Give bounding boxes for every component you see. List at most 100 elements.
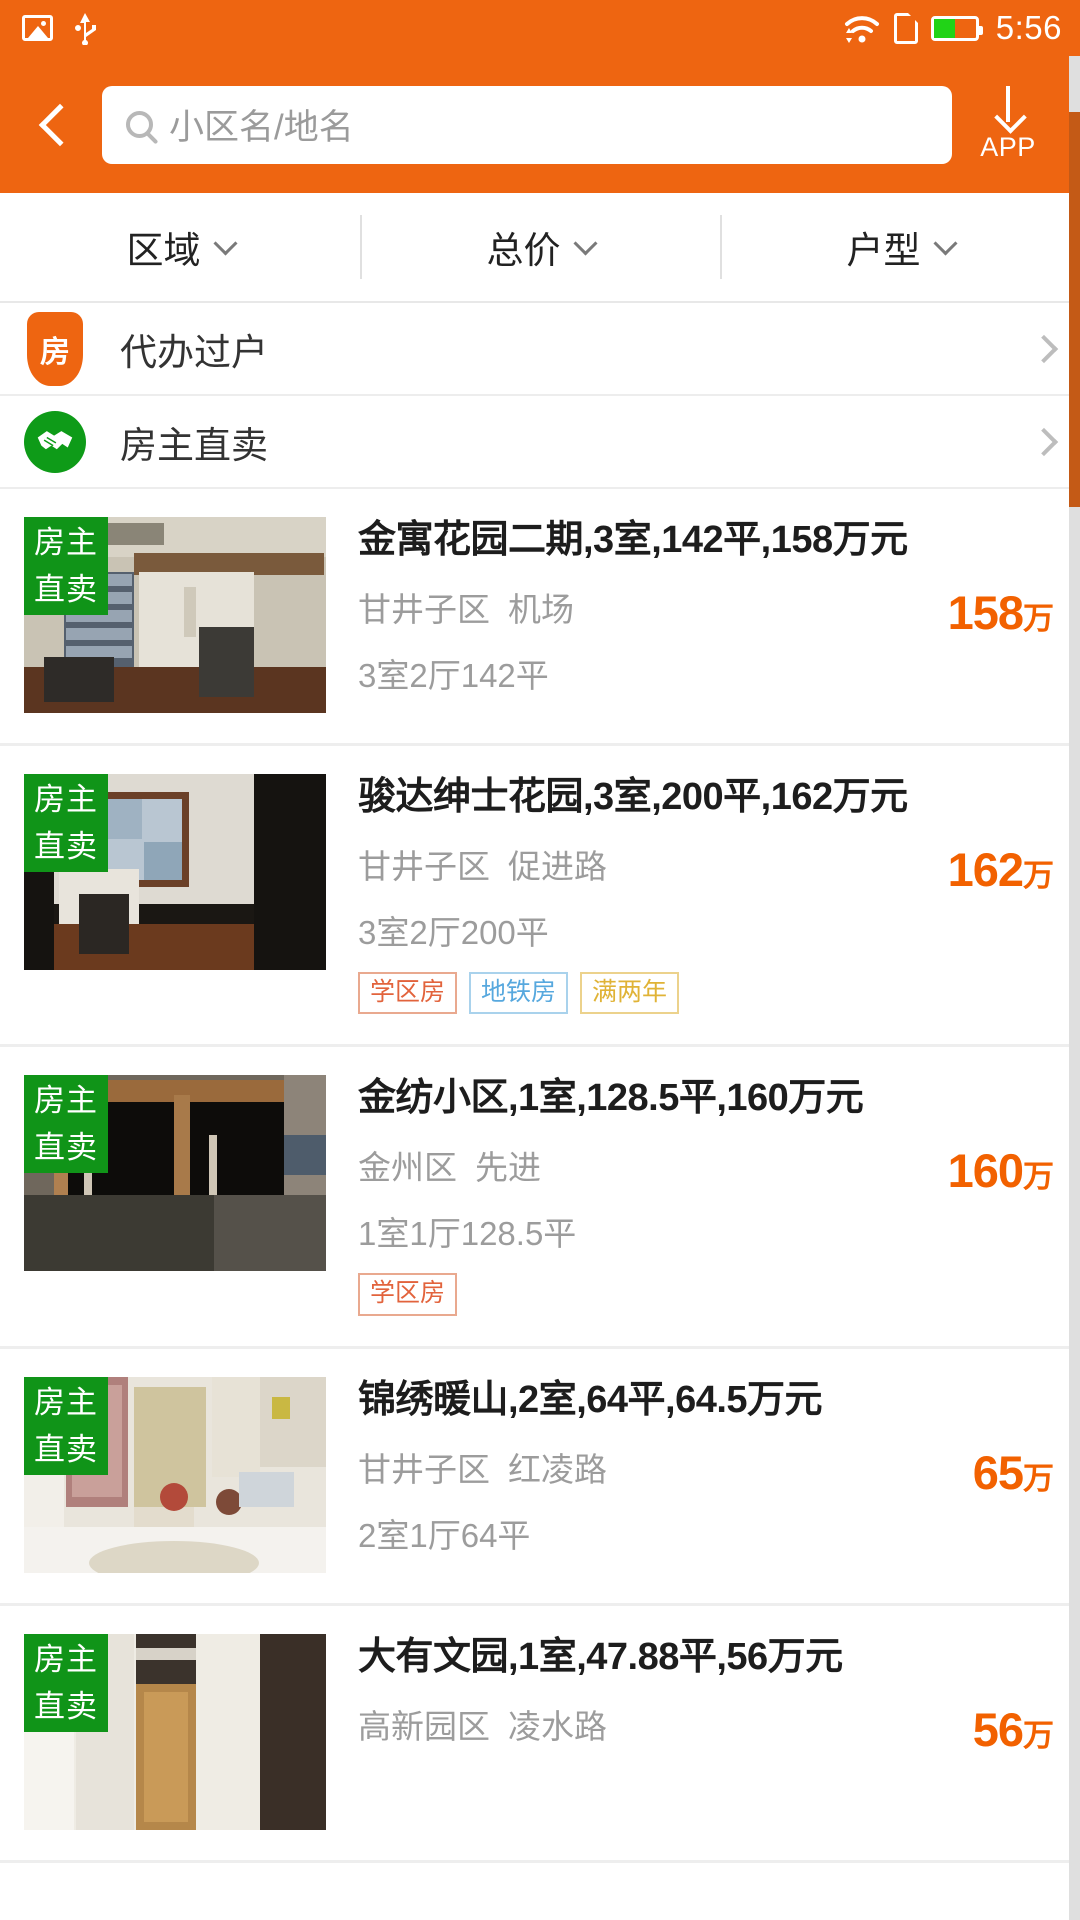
- listing-tags: 学区房 地铁房 满两年: [358, 971, 1054, 1015]
- listing-title: 骏达绅士花园,3室,200平,162万元: [358, 776, 908, 818]
- listing-spec: 2室1厅64平: [358, 1509, 1054, 1557]
- app-header: 小区名/地名 APP: [0, 56, 1080, 193]
- listing-item[interactable]: 房主 直卖 大有文园,1室,47.88平,56万元 高新园区 凌水路 56万: [0, 1605, 1080, 1863]
- banner-transfer-service[interactable]: 房 代办过户: [0, 303, 1080, 396]
- badge-line-2: 直卖: [34, 1688, 98, 1724]
- listing-rooms: 1室1厅: [358, 1215, 461, 1253]
- listing-price-number: 162: [947, 843, 1024, 896]
- wifi-icon: [844, 16, 879, 43]
- filter-region-label: 区域: [126, 230, 201, 271]
- chevron-down-icon: [572, 230, 598, 256]
- listing-rooms: 3室2厅: [358, 913, 461, 951]
- search-icon: [126, 111, 153, 138]
- listing-location: 高新园区 凌水路: [358, 1700, 1054, 1748]
- listing-price-unit: 万: [1023, 601, 1054, 636]
- banner-owner-direct-sale-label: 房主直卖: [120, 424, 268, 466]
- listing-price: 158万: [948, 585, 1054, 640]
- listing-info: 金纺小区,1室,128.5平,160万元 金州区 先进 1室1厅128.5平 学区…: [326, 1075, 1054, 1316]
- listing-price-number: 65: [972, 1445, 1024, 1499]
- listing-spec: 1室1厅128.5平: [358, 1207, 1054, 1255]
- circle-shape: [24, 410, 86, 473]
- status-bar: 5:56: [0, 0, 1080, 56]
- chevron-down-icon: [932, 230, 958, 256]
- badge-line-2: 直卖: [34, 1130, 98, 1166]
- chevron-left-icon: [38, 103, 82, 146]
- listing-thumbnail[interactable]: 房主 直卖: [24, 1376, 326, 1573]
- back-button[interactable]: [10, 56, 102, 193]
- listing-thumbnail[interactable]: 房主 直卖: [24, 774, 326, 970]
- listing-item[interactable]: 房主 直卖 锦绣暖山,2室,64平,64.5万元 甘井子区 红凌路 2室1厅64平…: [0, 1348, 1080, 1606]
- listing-title: 锦绣暖山,2室,64平,64.5万元: [358, 1378, 823, 1421]
- app-screen: 5:56 小区名/地名 APP 区域 总价 户型 房 代办过户 房主直卖 房主 …: [0, 0, 1080, 1920]
- listing-price-number: 56: [972, 1702, 1024, 1756]
- scrollbar-thumb[interactable]: [1069, 112, 1080, 507]
- banner-owner-direct-sale[interactable]: 房主直卖: [0, 396, 1080, 489]
- filter-total-price-label: 总价: [486, 230, 561, 271]
- sim-card-icon: [893, 12, 918, 44]
- usb-icon: [75, 13, 96, 45]
- listing-price-unit: 万: [1023, 858, 1054, 893]
- badge-line-1: 房主: [34, 1641, 98, 1677]
- listing-area: 促进路: [508, 847, 607, 885]
- listing-title: 大有文园,1室,47.88平,56万元: [358, 1635, 843, 1678]
- filter-layout-label: 户型: [846, 230, 921, 271]
- listing-location: 甘井子区 红凌路: [358, 1443, 1054, 1491]
- listing-rooms: 3室2厅: [358, 656, 461, 694]
- status-bar-right: 5:56: [843, 9, 1062, 47]
- listing-district: 金州区: [358, 1149, 457, 1187]
- listing-rooms: 2室1厅: [358, 1516, 461, 1554]
- tag-school-district: 学区房: [358, 971, 458, 1015]
- handshake-glyph: [37, 430, 73, 449]
- listing-size: 128.5平: [460, 1215, 577, 1253]
- listing-info: 骏达绅士花园,3室,200平,162万元 甘井子区 促进路 3室2厅200平 学区…: [326, 774, 1054, 1015]
- download-arrow-icon: [993, 86, 1023, 130]
- listing-thumbnail[interactable]: 房主 直卖: [24, 517, 326, 713]
- listing-thumbnail[interactable]: 房主 直卖: [24, 1075, 326, 1272]
- listing-area: 红凌路: [508, 1450, 607, 1488]
- listing-title: 金寓花园二期,3室,142平,158万元: [358, 519, 908, 561]
- listing-price: 160万: [948, 1143, 1054, 1198]
- screenshot-icon: [22, 15, 53, 41]
- listing-price: 56万: [973, 1702, 1054, 1757]
- badge-line-2: 直卖: [34, 1431, 98, 1467]
- listing-price: 162万: [948, 842, 1054, 897]
- search-input[interactable]: 小区名/地名: [102, 85, 952, 164]
- listing-district: 高新园区: [358, 1707, 490, 1745]
- listing-area: 先进: [475, 1149, 541, 1187]
- listing-price: 65万: [973, 1445, 1054, 1500]
- scrollbar-track[interactable]: [1069, 56, 1080, 1920]
- owner-direct-badge: 房主 直卖: [24, 1376, 108, 1475]
- tag-two-years: 满两年: [580, 971, 680, 1015]
- status-bar-clock: 5:56: [995, 9, 1062, 46]
- battery-fill: [933, 18, 955, 38]
- listing-info: 大有文园,1室,47.88平,56万元 高新园区 凌水路 56万: [326, 1634, 1054, 1830]
- listing-size: 64平: [460, 1516, 531, 1554]
- listing-price-unit: 万: [1023, 1460, 1054, 1496]
- chevron-right-icon: [1029, 334, 1059, 363]
- listing-tags: 学区房: [358, 1273, 1054, 1316]
- listing-price-number: 158: [947, 586, 1024, 639]
- listing-price-unit: 万: [1023, 1159, 1054, 1195]
- filter-region[interactable]: 区域: [0, 193, 360, 301]
- listing-info: 锦绣暖山,2室,64平,64.5万元 甘井子区 红凌路 2室1厅64平 65万: [326, 1377, 1054, 1573]
- filter-total-price[interactable]: 总价: [360, 193, 720, 301]
- owner-direct-badge: 房主 直卖: [24, 517, 108, 615]
- listing-area: 机场: [508, 590, 574, 628]
- filter-bar: 区域 总价 户型: [0, 193, 1080, 303]
- listing-spec: 3室2厅142平: [358, 649, 1054, 697]
- listing-size: 200平: [460, 913, 549, 951]
- listing-item[interactable]: 房主 直卖 金寓花园二期,3室,142平,158万元 甘井子区 机场 3室2厅14…: [0, 489, 1080, 746]
- listing-price-unit: 万: [1023, 1717, 1054, 1753]
- status-bar-left: [22, 11, 99, 45]
- filter-layout[interactable]: 户型: [720, 193, 1080, 301]
- listing-info: 金寓花园二期,3室,142平,158万元 甘井子区 机场 3室2厅142平 158…: [326, 517, 1054, 713]
- tag-near-metro: 地铁房: [469, 971, 569, 1015]
- listing-thumbnail[interactable]: 房主 直卖: [24, 1633, 326, 1830]
- download-app-button[interactable]: APP: [952, 86, 1064, 163]
- tag-school-district: 学区房: [358, 1273, 458, 1316]
- listing-item[interactable]: 房主 直卖 骏达绅士花园,3室,200平,162万元 甘井子区 促进路 3室2厅2…: [0, 746, 1080, 1048]
- listing-district: 甘井子区: [358, 590, 490, 628]
- badge-line-1: 房主: [34, 782, 98, 817]
- listing-item[interactable]: 房主 直卖 金纺小区,1室,128.5平,160万元 金州区 先进 1室1厅128…: [0, 1047, 1080, 1349]
- listing-district: 甘井子区: [358, 847, 490, 885]
